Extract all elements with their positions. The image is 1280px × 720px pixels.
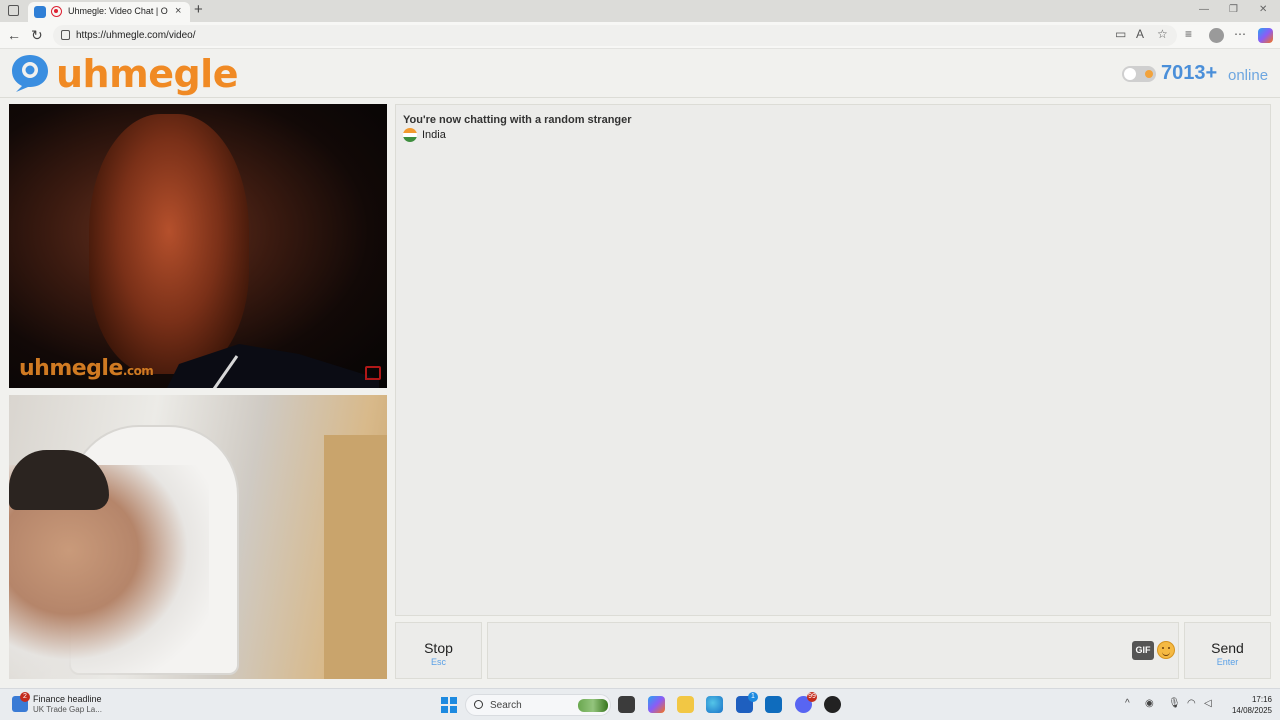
toggle-knob xyxy=(1124,68,1136,80)
status-message: You're now chatting with a random strang… xyxy=(403,114,632,126)
file-explorer-icon[interactable] xyxy=(677,696,694,713)
volume-icon[interactable]: ◁ xyxy=(1204,698,1212,709)
tab-actions-icon[interactable] xyxy=(8,5,19,16)
address-bar-row: ← ↻ https://uhmegle.com/video/ ▭ A ☆ ≡ ⋯ xyxy=(0,22,1280,49)
clock[interactable]: 17:16 14/08/2025 xyxy=(1222,694,1272,716)
news-subtitle[interactable]: UK Trade Gap La... xyxy=(33,705,102,714)
search-highlight-icon xyxy=(578,699,608,712)
widgets-badge: 2 xyxy=(20,692,30,702)
discord-badge: 99 xyxy=(807,692,817,702)
profile-avatar-icon[interactable] xyxy=(1209,28,1224,43)
stranger-video: uhmegle.com xyxy=(9,104,387,388)
copilot-app-icon[interactable] xyxy=(648,696,665,713)
browser-tab[interactable]: Uhmegle: Video Chat | Omegle × xyxy=(28,2,190,22)
new-tab-button[interactable]: + xyxy=(194,1,203,18)
send-hint: Enter xyxy=(1216,657,1239,667)
refresh-icon[interactable]: ↻ xyxy=(31,27,43,44)
online-label: online xyxy=(1228,67,1269,84)
more-menu-icon[interactable]: ⋯ xyxy=(1234,27,1246,41)
security-icon[interactable]: ◉ xyxy=(1145,698,1154,709)
taskbar-search[interactable]: Search xyxy=(465,694,611,716)
store-icon[interactable]: 1 xyxy=(736,692,758,713)
stranger-shirt xyxy=(167,344,379,388)
show-hidden-icons-icon[interactable]: ^ xyxy=(1125,698,1130,709)
report-flag-icon[interactable] xyxy=(365,366,381,380)
url-text: https://uhmegle.com/video/ xyxy=(76,30,196,41)
address-bar[interactable]: https://uhmegle.com/video/ xyxy=(53,25,1177,46)
news-title[interactable]: Finance headline xyxy=(33,694,102,704)
back-icon[interactable]: ← xyxy=(7,27,21,43)
obs-icon[interactable] xyxy=(824,696,841,713)
send-button[interactable]: Send Enter xyxy=(1184,622,1271,679)
favorites-list-icon[interactable]: ≡ xyxy=(1185,27,1192,41)
recording-indicator-icon xyxy=(51,6,62,17)
task-view-icon[interactable] xyxy=(618,696,635,713)
edge-browser-icon[interactable] xyxy=(706,696,723,713)
camera-in-use-icon[interactable]: ▭ xyxy=(1115,27,1126,41)
theme-toggle[interactable] xyxy=(1122,66,1156,82)
tab-title: Uhmegle: Video Chat | Omegle xyxy=(68,6,168,16)
gif-button[interactable]: GIF xyxy=(1132,641,1154,660)
emoji-icon[interactable] xyxy=(1157,641,1175,659)
tab-close-icon[interactable]: × xyxy=(175,5,181,17)
send-label: Send xyxy=(1211,640,1244,656)
india-flag-icon xyxy=(403,128,417,142)
door xyxy=(324,435,387,679)
start-windows-icon[interactable] xyxy=(441,697,457,713)
clock-date: 14/08/2025 xyxy=(1231,706,1272,715)
chat-log[interactable]: You're now chatting with a random strang… xyxy=(395,104,1271,616)
minimize-button[interactable]: — xyxy=(1199,4,1209,15)
stop-hint: Esc xyxy=(430,657,446,667)
online-count: 7013+ xyxy=(1161,62,1218,84)
message-input[interactable]: GIF xyxy=(487,622,1179,679)
search-icon xyxy=(474,700,483,709)
stop-button[interactable]: Stop Esc xyxy=(395,622,482,679)
browser-tab-strip: Uhmegle: Video Chat | Omegle × + — ❐ ✕ xyxy=(0,0,1280,22)
restore-button[interactable]: ❐ xyxy=(1229,4,1238,15)
window-close-button[interactable]: ✕ xyxy=(1259,4,1267,15)
video-watermark: uhmegle.com xyxy=(19,356,154,381)
favorite-star-icon[interactable]: ☆ xyxy=(1157,27,1168,41)
wifi-icon[interactable]: ◠ xyxy=(1187,698,1196,709)
copilot-icon[interactable] xyxy=(1258,28,1273,43)
outlook-icon[interactable] xyxy=(765,696,782,713)
logo-chat-bubble-icon[interactable] xyxy=(10,53,52,93)
read-aloud-icon[interactable]: A xyxy=(1136,27,1144,41)
logo-text[interactable]: uhmegle xyxy=(56,52,238,96)
taskbar: 2 Finance headline UK Trade Gap La... Se… xyxy=(0,688,1280,720)
stop-label: Stop xyxy=(424,640,453,656)
country-name: India xyxy=(422,129,446,141)
site-favicon-icon xyxy=(34,6,46,18)
site-header: uhmegle 7013+ online xyxy=(0,50,1280,98)
clock-time: 17:16 xyxy=(1251,695,1272,704)
self-video xyxy=(9,395,387,679)
search-placeholder: Search xyxy=(490,700,522,711)
discord-icon[interactable]: 99 xyxy=(795,692,817,713)
microphone-icon[interactable]: 🎙 xyxy=(1168,698,1181,709)
store-badge: 1 xyxy=(748,692,758,702)
site-info-icon[interactable] xyxy=(61,30,70,40)
sun-icon xyxy=(1145,70,1153,78)
